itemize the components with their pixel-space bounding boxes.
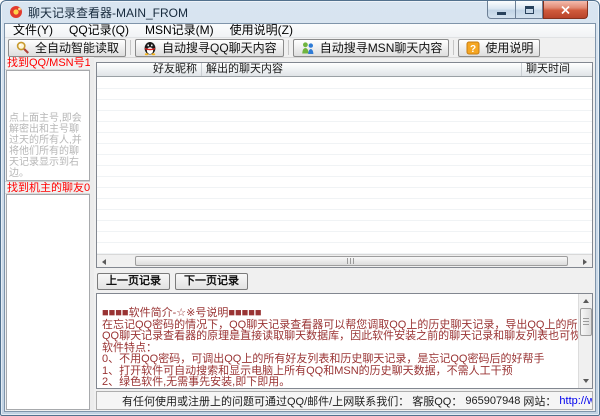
next-page-button[interactable]: 下一页记录 [175,273,248,290]
caption-buttons [487,1,588,19]
search-qq-label: 自动搜寻QQ聊天内容 [162,39,277,56]
main-panel: 好友昵称 解出的聊天内容 聊天时间 上一页记录 下一页记录 ■■■■软件简介-☆… [94,57,593,410]
minimize-button[interactable] [487,1,516,19]
close-button[interactable] [543,1,588,19]
scroll-up-button[interactable] [580,295,592,307]
help-icon: ? [465,40,481,56]
toolbar-separator [130,40,131,55]
vertical-scroll-thumb[interactable] [580,308,592,336]
arrow-down-icon [583,379,589,383]
toolbar: 全自动智能读取 自动搜寻QQ聊天内容 [5,38,595,58]
msn-icon [300,40,316,56]
about-line: QQ聊天记录查看器的原理是直接读取聊天数据库，因此软件安装之前的聊天记录和聊友列… [102,331,576,343]
status-qq-number: 965907948 [465,395,520,407]
maximize-button[interactable] [516,1,543,19]
scroll-right-button[interactable] [579,256,591,267]
scroll-down-button[interactable] [580,375,592,387]
prev-page-button[interactable]: 上一页记录 [97,273,170,290]
about-box[interactable]: ■■■■软件简介-☆※号说明■■■■■ 在忘记QQ密码的情况下，QQ聊天记录查看… [96,293,593,389]
auto-read-icon [15,40,31,56]
arrow-up-icon [583,299,589,303]
status-message: 有任何使用或注册上的问题可通过QQ/邮件/上网联系我们： [122,393,409,409]
chat-table: 好友昵称 解出的聊天内容 聊天时间 [96,62,593,268]
search-msn-label: 自动搜寻MSN聊天内容 [320,39,443,56]
menubar: 文件(Y) QQ记录(Q) MSN记录(M) 使用说明(Z) [5,24,595,38]
about-line: 2、绿色软件,无需事先安装,即下即用。 [102,377,576,389]
status-qq-label: 客服QQ： [412,393,462,409]
accounts-header: 找到QQ/MSN号1个 [5,57,90,70]
website-link[interactable]: http://www.qqltjl.cn [559,395,593,407]
minimize-icon [497,12,506,15]
app-window: 聊天记录查看器-MAIN_FROM 文件(Y) QQ记录(Q) MSN记录(M)… [0,0,600,416]
help-button[interactable]: ? 使用说明 [458,39,540,57]
horizontal-scroll-thumb[interactable] [135,256,568,266]
friends-list[interactable] [6,194,90,410]
help-label: 使用说明 [485,39,533,56]
chat-table-header: 好友昵称 解出的聊天内容 聊天时间 [97,63,592,77]
menu-help[interactable]: 使用说明(Z) [222,24,301,37]
friends-header: 找到机主的聊友0个 [5,181,90,194]
qq-penguin-icon [142,40,158,56]
maximize-icon [525,6,534,14]
window-title: 聊天记录查看器-MAIN_FROM [28,4,188,21]
client-area: 文件(Y) QQ记录(Q) MSN记录(M) 使用说明(Z) 全自动智能读取 [4,23,596,412]
column-time[interactable]: 聊天时间 [522,63,592,76]
accounts-hint: 点上面主号,即会解密出和主号聊过天的所有人,并将他们所有的聊天记录显示到右边。 [9,113,88,179]
status-site-label: 网站： [523,393,556,409]
toolbar-separator [453,40,454,55]
statusbar: 有任何使用或注册上的问题可通过QQ/邮件/上网联系我们： 客服QQ： 96590… [96,391,593,410]
chat-table-body[interactable] [97,78,592,254]
scroll-grip-icon [347,258,356,264]
arrow-left-icon [102,259,106,265]
about-text: ■■■■软件简介-☆※号说明■■■■■ 在忘记QQ密码的情况下，QQ聊天记录查看… [102,308,576,389]
vertical-scrollbar[interactable] [578,294,592,388]
close-icon [561,6,570,14]
scroll-grip-icon [583,318,589,327]
auto-read-button[interactable]: 全自动智能读取 [8,39,126,57]
search-qq-button[interactable]: 自动搜寻QQ聊天内容 [135,39,284,57]
menu-msn-records[interactable]: MSN记录(M) [137,24,222,37]
column-nickname[interactable]: 好友昵称 [97,63,202,76]
menu-qq-records[interactable]: QQ记录(Q) [61,24,137,37]
column-content[interactable]: 解出的聊天内容 [202,63,522,76]
sidebar: 找到QQ/MSN号1个 点上面主号,即会解密出和主号聊过天的所有人,并将他们所有… [5,57,90,411]
toolbar-separator [288,40,289,55]
search-msn-button[interactable]: 自动搜寻MSN聊天内容 [293,39,450,57]
accounts-list[interactable]: 点上面主号,即会解密出和主号聊过天的所有人,并将他们所有的聊天记录显示到右边。 [6,70,90,181]
pager: 上一页记录 下一页记录 [97,273,248,290]
about-line: ■■■■软件简介-☆※号说明■■■■■ [102,308,576,320]
svg-text:?: ? [470,44,476,55]
app-icon[interactable] [9,5,23,19]
auto-read-label: 全自动智能读取 [35,39,119,56]
about-line: 0、不用QQ密码，可调出QQ上的所有好友列表和历史聊天记录，是忘记QQ密码后的好… [102,354,576,366]
arrow-right-icon [583,259,587,265]
scroll-left-button[interactable] [98,256,110,267]
menu-file[interactable]: 文件(Y) [5,24,61,37]
horizontal-scrollbar[interactable] [97,254,592,267]
